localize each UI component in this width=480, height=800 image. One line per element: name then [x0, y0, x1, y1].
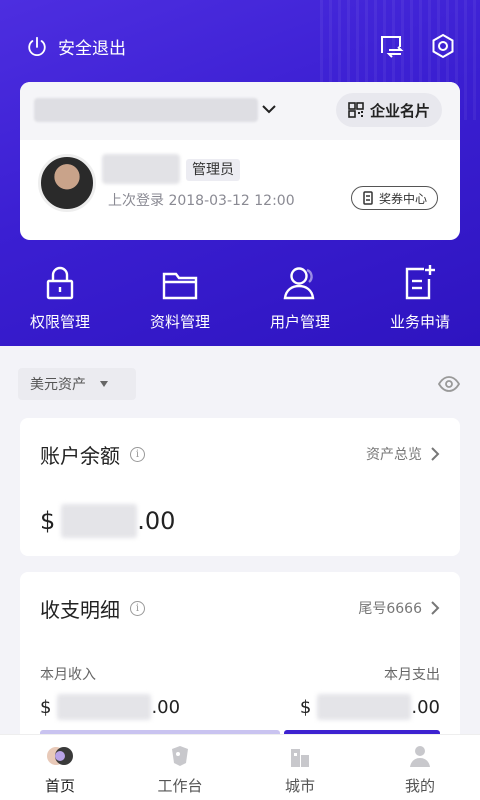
expense-label: 本月支出	[384, 667, 440, 683]
user-icon	[283, 267, 315, 300]
profile-icon	[410, 746, 430, 767]
shortcut-grid: 权限管理 资料管理 用户管理 业务申请	[0, 262, 480, 332]
qr-code-icon	[348, 102, 364, 118]
info-icon[interactable]: i	[130, 601, 145, 616]
eye-icon[interactable]	[438, 375, 460, 393]
bottom-tab-bar: 首页 工作台 城市 我的	[0, 734, 480, 800]
company-name-redacted	[34, 98, 258, 122]
balance-decimal: .00	[137, 507, 176, 535]
currency-symbol: $	[40, 507, 56, 535]
logout-label: 安全退出	[58, 39, 126, 59]
switch-account-icon[interactable]	[378, 33, 404, 59]
tab-workbench[interactable]: 工作台	[120, 735, 240, 800]
workbench-icon	[172, 746, 188, 766]
company-card: 企业名片 管理员 上次登录 2018-03-12 12:00 奖券中心	[20, 82, 460, 240]
transaction-detail-panel: 收支明细 i 尾号6666 本月收入 本月支出 $ .00 $ .00	[20, 572, 460, 742]
income-decimal: .00	[151, 696, 181, 718]
shortcut-permissions[interactable]: 权限管理	[0, 262, 120, 332]
balance-panel: 账户余额 i 资产总览 $ .00	[20, 418, 460, 556]
settings-icon[interactable]	[430, 33, 456, 59]
company-card-label: 企业名片	[369, 101, 430, 120]
currency-symbol: $	[40, 696, 52, 718]
tab-city[interactable]: 城市	[240, 735, 360, 800]
city-icon	[291, 749, 309, 767]
expense-decimal: .00	[411, 696, 440, 718]
folder-icon	[162, 272, 198, 300]
income-label: 本月收入	[40, 667, 96, 683]
header-banner: 安全退出 企业名片 管理员 上次登录 2018-03-12 12:00 奖券中心…	[0, 0, 480, 346]
lock-icon	[46, 266, 74, 300]
currency-select[interactable]: 美元资产	[18, 368, 136, 400]
detail-title: 收支明细	[40, 598, 120, 622]
currency-symbol: $	[299, 696, 312, 718]
chevron-right-icon	[431, 447, 440, 461]
document-add-icon	[405, 265, 435, 300]
balance-title: 账户余额	[40, 444, 120, 468]
shortcut-documents[interactable]: 资料管理	[120, 262, 240, 332]
voucher-label: 奖券中心	[378, 191, 427, 206]
shortcut-label: 用户管理	[269, 313, 330, 331]
account-tail-label: 尾号6666	[358, 601, 422, 617]
ticket-icon	[363, 191, 373, 205]
tab-profile[interactable]: 我的	[360, 735, 480, 800]
logout-button[interactable]: 安全退出	[26, 34, 126, 59]
asset-overview-link[interactable]: 资产总览	[366, 444, 440, 464]
chevron-down-icon[interactable]	[260, 100, 278, 118]
shortcut-label: 权限管理	[29, 313, 90, 331]
caret-down-icon	[100, 381, 108, 387]
tab-label: 首页	[44, 777, 75, 795]
avatar[interactable]	[38, 154, 96, 212]
income-amount: $ .00	[40, 694, 180, 720]
currency-select-value: 美元资产	[30, 377, 86, 393]
expense-value-redacted	[317, 694, 412, 720]
shortcut-label: 业务申请	[389, 313, 450, 331]
tab-label: 我的	[404, 777, 435, 795]
tab-label: 城市	[284, 777, 315, 795]
voucher-center-button[interactable]: 奖券中心	[350, 186, 438, 210]
last-login-text: 上次登录 2018-03-12 12:00	[108, 193, 295, 209]
power-icon	[28, 36, 46, 56]
tab-home[interactable]: 首页	[0, 735, 120, 800]
expense-amount: $ .00	[300, 694, 440, 720]
asset-overview-label: 资产总览	[366, 447, 422, 463]
chevron-right-icon	[431, 601, 440, 615]
shortcut-users[interactable]: 用户管理	[240, 262, 360, 332]
shortcut-label: 资料管理	[149, 313, 210, 331]
balance-value-redacted	[61, 504, 138, 538]
home-icon	[47, 747, 73, 765]
tab-label: 工作台	[157, 777, 203, 795]
role-badge: 管理员	[186, 159, 240, 181]
account-tail-link[interactable]: 尾号6666	[358, 598, 440, 618]
balance-amount: $ .00	[40, 504, 175, 538]
income-value-redacted	[57, 694, 152, 720]
info-icon[interactable]: i	[130, 447, 145, 462]
user-name-redacted	[102, 154, 180, 184]
shortcut-applications[interactable]: 业务申请	[360, 262, 480, 332]
company-card-button[interactable]: 企业名片	[335, 93, 442, 127]
